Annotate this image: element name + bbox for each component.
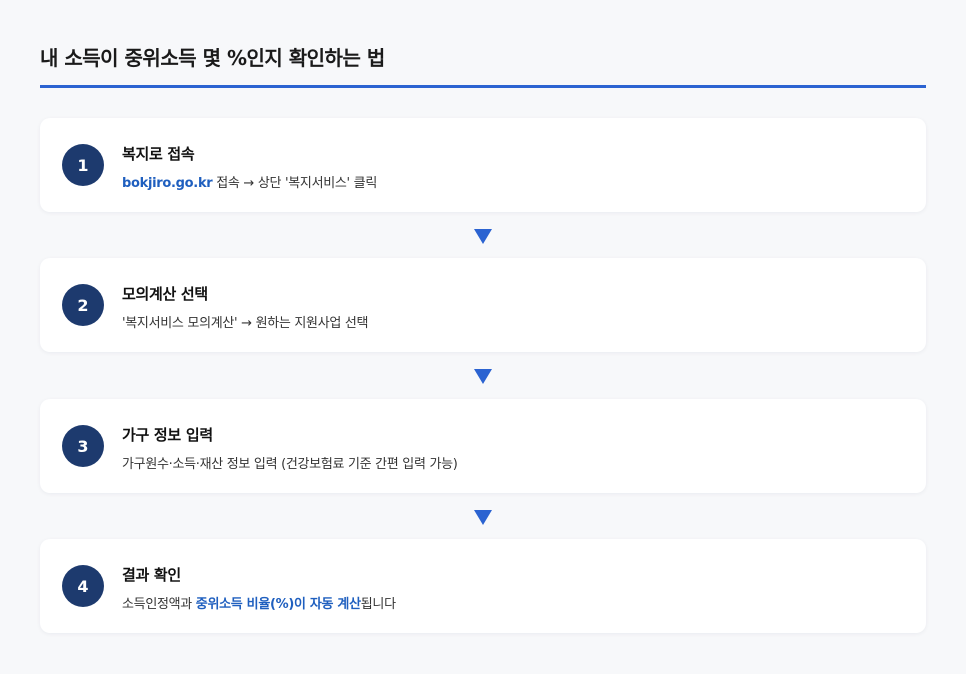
step-description: bokjiro.go.kr 접속 → 상단 '복지서비스' 클릭 xyxy=(122,172,377,191)
step-description-text: 소득인정액과 xyxy=(122,597,196,612)
step-description: 가구원수·소득·재산 정보 입력 (건강보험료 기준 간편 입력 가능) xyxy=(122,457,458,472)
step-description-highlight: 중위소득 비율(%)이 자동 계산 xyxy=(195,597,361,612)
step-number-badge: 4 xyxy=(62,565,104,607)
step-card-4: 4 결과 확인 소득인정액과 중위소득 비율(%)이 자동 계산됩니다 xyxy=(40,539,926,633)
arrow-down-icon xyxy=(474,369,492,384)
step-title: 모의계산 선택 xyxy=(122,285,208,303)
step-description: '복지서비스 모의계산' → 원하는 지원사업 선택 xyxy=(122,316,369,331)
step-title: 결과 확인 xyxy=(122,566,181,584)
step-description-text: 됩니다 xyxy=(360,597,396,612)
step-card-2: 2 모의계산 선택 '복지서비스 모의계산' → 원하는 지원사업 선택 xyxy=(40,258,926,352)
title-divider xyxy=(40,85,926,88)
step-number-badge: 1 xyxy=(62,144,104,186)
page-title: 내 소득이 중위소득 몇 %인지 확인하는 법 xyxy=(40,46,385,70)
arrow-down-icon xyxy=(474,229,492,244)
arrow-down-icon xyxy=(474,510,492,525)
step-description-text: 접속 → 상단 '복지서비스' 클릭 xyxy=(212,176,377,191)
step-card-3: 3 가구 정보 입력 가구원수·소득·재산 정보 입력 (건강보험료 기준 간편… xyxy=(40,399,926,493)
step-title: 복지로 접속 xyxy=(122,145,195,163)
step-number-badge: 2 xyxy=(62,284,104,326)
bokjiro-link[interactable]: bokjiro.go.kr xyxy=(122,176,213,191)
step-title: 가구 정보 입력 xyxy=(122,426,213,444)
step-description: 소득인정액과 중위소득 비율(%)이 자동 계산됩니다 xyxy=(122,593,396,612)
step-number-badge: 3 xyxy=(62,425,104,467)
step-card-1: 1 복지로 접속 bokjiro.go.kr 접속 → 상단 '복지서비스' 클… xyxy=(40,118,926,212)
